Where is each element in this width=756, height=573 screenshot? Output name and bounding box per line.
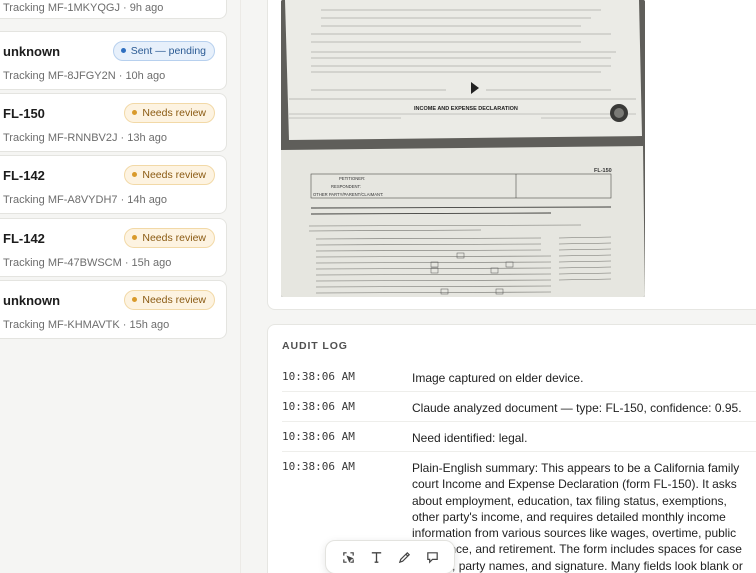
submission-tracking: Tracking MF-RNNBV2J · 13h ago <box>3 132 168 144</box>
comment-icon[interactable] <box>421 546 443 568</box>
document-image[interactable]: INCOME AND EXPENSE DECLARATION FL-150 PE… <box>281 0 645 297</box>
status-label: Needs review <box>142 232 206 244</box>
submission-title: unknown <box>3 293 61 308</box>
audit-message: Need identified: legal. <box>412 431 528 445</box>
doc-other-party: OTHER PARTY/PARENT/CLAIMANT: <box>313 192 383 197</box>
audit-time: 10:38:06 AM <box>282 370 355 383</box>
audit-log-panel: AUDIT LOG 10:38:06 AM Image captured on … <box>267 324 756 573</box>
submission-title: FL-142 <box>3 168 45 183</box>
select-region-icon[interactable] <box>337 546 359 568</box>
submission-tracking: Tracking MF-A8VYDH7 · 14h ago <box>3 194 168 206</box>
audit-message: Claude analyzed document — type: FL-150,… <box>412 401 742 415</box>
audit-time: 10:38:06 AM <box>282 400 355 413</box>
status-badge: Needs review <box>124 165 215 185</box>
submission-card[interactable]: FL-142 Needs review Tracking MF-47BWSCM … <box>0 218 227 277</box>
audit-log-entry: 10:38:06 AM Claude analyzed document — t… <box>282 400 756 422</box>
audit-message: Image captured on elder device. <box>412 371 584 385</box>
audit-log-title: AUDIT LOG <box>282 340 348 352</box>
status-dot <box>132 235 138 240</box>
status-dot <box>132 110 138 115</box>
audit-log-entry: 10:38:06 AM Need identified: legal. <box>282 430 756 452</box>
status-badge: Needs review <box>124 290 215 310</box>
doc-respondent: RESPONDENT: <box>331 184 361 189</box>
submission-title: FL-142 <box>3 231 45 246</box>
audit-log-entry: 10:38:06 AM Image captured on elder devi… <box>282 370 756 392</box>
audit-message: Plain-English summary: This appears to b… <box>412 461 743 573</box>
pencil-icon[interactable] <box>393 546 415 568</box>
status-badge: Needs review <box>124 228 215 248</box>
doc-form-code: FL-150 <box>594 168 612 174</box>
submission-card[interactable]: Tracking MF-1MKYQGJ · 9h ago <box>0 0 227 19</box>
status-label: Needs review <box>142 294 206 306</box>
submission-tracking: Tracking MF-KHMAVTK · 15h ago <box>3 319 170 331</box>
audit-time: 10:38:06 AM <box>282 430 355 443</box>
submission-tracking: Tracking MF-47BWSCM · 15h ago <box>3 257 172 269</box>
status-label: Needs review <box>142 169 206 181</box>
doc-heading: INCOME AND EXPENSE DECLARATION <box>414 106 518 112</box>
status-badge: Needs review <box>124 103 215 123</box>
doc-petitioner: PETITIONER: <box>339 176 365 181</box>
submission-title: unknown <box>3 44 61 59</box>
status-label: Sent — pending <box>130 45 206 57</box>
status-badge: Sent — pending <box>112 41 215 61</box>
text-icon[interactable] <box>365 546 387 568</box>
status-dot <box>132 172 138 177</box>
submission-card[interactable]: unknown Sent — pending Tracking MF-8JFGY… <box>0 31 227 90</box>
status-label: Needs review <box>142 107 206 119</box>
audit-time: 10:38:06 AM <box>282 460 355 473</box>
submission-tracking: Tracking MF-8JFGY2N · 10h ago <box>3 70 166 82</box>
submission-title: FL-150 <box>3 106 45 121</box>
submission-card[interactable]: unknown Needs review Tracking MF-KHMAVTK… <box>0 280 227 339</box>
annotation-toolbar <box>325 540 455 573</box>
submission-card[interactable]: FL-142 Needs review Tracking MF-A8VYDH7 … <box>0 155 227 214</box>
submission-tracking: Tracking MF-1MKYQGJ · 9h ago <box>3 2 164 14</box>
column-divider <box>240 0 241 573</box>
status-dot <box>132 297 138 302</box>
status-dot <box>120 48 126 53</box>
document-photo: INCOME AND EXPENSE DECLARATION FL-150 PE… <box>281 0 645 297</box>
submission-card[interactable]: FL-150 Needs review Tracking MF-RNNBV2J … <box>0 93 227 152</box>
